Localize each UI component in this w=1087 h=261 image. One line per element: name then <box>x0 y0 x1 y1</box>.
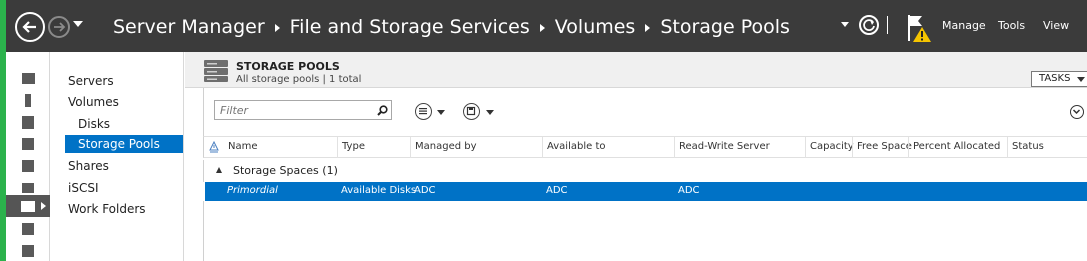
list-options-icon[interactable] <box>415 103 432 120</box>
nav-item-servers[interactable]: Servers <box>68 74 114 88</box>
filter-bar <box>203 88 1087 136</box>
tasks-dropdown[interactable]: TASKS <box>1031 71 1087 87</box>
file-storage-icon[interactable] <box>6 195 50 217</box>
cell-type: Available Disks <box>341 185 417 196</box>
chevron-down-icon[interactable] <box>437 110 445 115</box>
column-header-capacity[interactable]: Capacity <box>810 141 854 152</box>
toolbar-divider <box>887 16 888 34</box>
expand-arrow-icon <box>41 202 46 210</box>
breadcrumb-volumes[interactable]: Volumes <box>555 16 636 38</box>
forward-arrow-icon[interactable] <box>48 16 70 38</box>
history-dropdown-icon[interactable] <box>73 21 83 27</box>
save-query-icon[interactable] <box>463 103 480 120</box>
chevron-down-icon <box>1077 77 1085 82</box>
iis-icon[interactable] <box>6 218 50 240</box>
cell-managed-by: ADC <box>414 185 436 196</box>
page-subtitle: All storage pools | 1 total <box>236 74 362 85</box>
storage-pool-icon <box>204 60 228 82</box>
column-header-rw-server[interactable]: Read-Write Server <box>679 141 770 152</box>
breadcrumb-separator-icon <box>274 24 280 32</box>
manage-menu[interactable]: Manage <box>942 19 986 32</box>
grid-header: Name Type Managed by Available to Read-W… <box>203 136 1087 158</box>
cell-available-to: ADC <box>546 185 568 196</box>
all-servers-icon[interactable] <box>6 111 50 133</box>
filter-input[interactable] <box>214 100 392 120</box>
breadcrumb-separator-icon <box>645 24 651 32</box>
nav-item-storage-pools[interactable]: Storage Pools <box>65 135 183 153</box>
column-header-status[interactable]: Status <box>1012 141 1044 152</box>
dashboard-icon[interactable] <box>6 67 50 89</box>
breadcrumb-file-storage[interactable]: File and Storage Services <box>290 16 530 38</box>
cell-name: Primordial <box>227 185 278 196</box>
nav-item-iscsi[interactable]: iSCSI <box>68 181 99 195</box>
column-header-managed-by[interactable]: Managed by <box>415 141 477 152</box>
nav-item-volumes[interactable]: Volumes <box>68 95 119 109</box>
breadcrumb: Server Manager File and Storage Services… <box>113 14 790 40</box>
local-server-icon[interactable] <box>6 89 50 111</box>
icon-rail <box>6 52 50 261</box>
column-header-type[interactable]: Type <box>342 141 365 152</box>
cell-rw-server: ADC <box>678 185 700 196</box>
breadcrumb-separator-icon <box>539 24 545 32</box>
group-label: Storage Spaces (1) <box>233 164 338 177</box>
collapse-triangle-icon[interactable] <box>216 167 222 173</box>
tasks-label: TASKS <box>1039 73 1071 84</box>
nav-item-work-folders[interactable]: Work Folders <box>68 202 146 216</box>
search-icon[interactable] <box>377 105 388 116</box>
main-content: STORAGE POOLS All storage pools | 1 tota… <box>185 52 1087 261</box>
group-row[interactable]: Storage Spaces (1) <box>203 160 1087 182</box>
view-menu[interactable]: View <box>1043 19 1069 32</box>
column-header-percent-allocated[interactable]: Percent Allocated <box>913 141 1000 152</box>
window-accent-edge <box>0 0 6 261</box>
breadcrumb-server-manager[interactable]: Server Manager <box>113 16 265 38</box>
back-arrow-icon[interactable] <box>15 12 45 42</box>
refresh-icon[interactable] <box>859 15 879 35</box>
chevron-down-icon[interactable] <box>486 110 494 115</box>
nav-item-shares[interactable]: Shares <box>68 159 109 173</box>
notification-flag-icon[interactable] <box>905 13 933 43</box>
nav-tree: Servers Volumes Disks Storage Pools Shar… <box>50 52 184 261</box>
sort-warning-icon[interactable] <box>209 141 219 153</box>
dhcp-icon[interactable] <box>6 155 50 177</box>
grid-empty-area <box>203 201 1087 261</box>
title-bar: Server Manager File and Storage Services… <box>0 0 1087 52</box>
breadcrumb-storage-pools[interactable]: Storage Pools <box>660 16 790 38</box>
nav-item-disks[interactable]: Disks <box>78 117 110 131</box>
adds-icon[interactable] <box>6 133 50 155</box>
table-row[interactable]: Primordial Available Disks ADC ADC ADC <box>205 182 1087 201</box>
column-header-available-to[interactable]: Available to <box>547 141 605 152</box>
storage-pools-header: STORAGE POOLS All storage pools | 1 tota… <box>185 52 1087 88</box>
breadcrumb-dropdown-icon[interactable] <box>841 22 849 27</box>
column-header-name[interactable]: Name <box>228 141 258 152</box>
server-role-icon[interactable] <box>6 240 50 261</box>
page-title: STORAGE POOLS <box>236 60 340 73</box>
column-header-free-space[interactable]: Free Space <box>857 141 912 152</box>
expand-icon[interactable] <box>1070 105 1084 119</box>
tools-menu[interactable]: Tools <box>998 19 1025 32</box>
